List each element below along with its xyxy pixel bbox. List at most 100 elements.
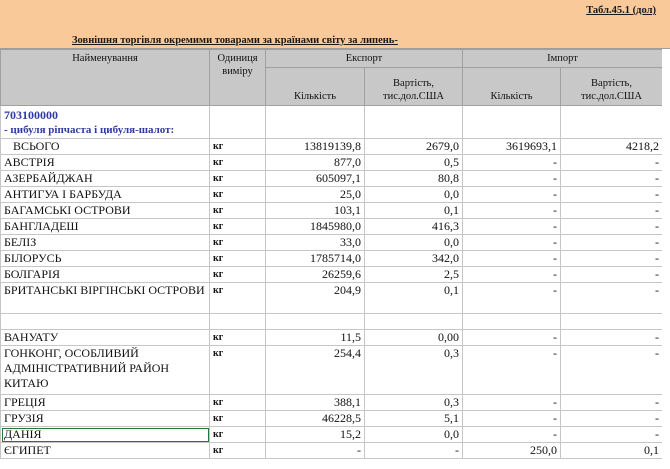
row-import-value-cell[interactable]: 4218,2 (560, 138, 664, 155)
row-export-value-cell[interactable]: 0,1 (363, 282, 464, 314)
product-cell[interactable]: 703100000 - цибуля ріпчаста і цибуля-шал… (0, 105, 210, 139)
empty-cell[interactable] (209, 105, 266, 139)
row-export-value-cell[interactable]: 0,0 (363, 186, 464, 203)
row-unit-cell[interactable]: кг (209, 266, 266, 283)
row-export-value-cell[interactable]: 0,3 (363, 394, 464, 411)
row-export-qty-cell[interactable]: 605097,1 (265, 170, 365, 187)
row-unit-cell[interactable]: кг (209, 282, 266, 314)
row-export-value-cell[interactable]: 342,0 (363, 250, 464, 267)
row-export-qty-cell[interactable]: 11,5 (265, 329, 365, 346)
row-import-qty-cell[interactable]: - (462, 202, 562, 219)
row-export-value-cell[interactable]: 0,1 (363, 202, 464, 219)
row-export-value-cell[interactable]: 80,8 (363, 170, 464, 187)
row-name-cell[interactable]: АВСТРІЯ (0, 154, 210, 171)
row-export-value-cell[interactable]: 416,3 (363, 218, 464, 235)
row-unit-cell[interactable]: кг (209, 410, 266, 427)
col-header-import-qty[interactable]: Кількість (462, 67, 562, 106)
row-import-qty-cell[interactable]: - (462, 282, 562, 314)
row-unit-cell[interactable]: кг (209, 234, 266, 251)
row-import-value-cell[interactable]: 0,1 (560, 442, 664, 459)
row-import-value-cell[interactable]: - (560, 282, 664, 314)
row-import-value-cell[interactable]: - (560, 202, 664, 219)
row-name-cell[interactable]: ГРЕЦІЯ (0, 394, 210, 411)
row-export-value-cell[interactable]: 0,0 (363, 426, 464, 443)
row-import-qty-cell[interactable]: 3619693,1 (462, 138, 562, 155)
row-name-cell[interactable]: ВСЬОГО (0, 138, 210, 155)
row-import-qty-cell[interactable]: - (462, 170, 562, 187)
row-export-qty-cell[interactable]: - (265, 442, 365, 459)
row-import-value-cell[interactable]: - (560, 186, 664, 203)
row-export-qty-cell[interactable]: 33,0 (265, 234, 365, 251)
row-unit-cell[interactable]: кг (209, 170, 266, 187)
row-unit-cell[interactable]: кг (209, 394, 266, 411)
empty-cell[interactable] (209, 313, 266, 330)
row-import-qty-cell[interactable]: - (462, 394, 562, 411)
row-import-qty-cell[interactable]: - (462, 329, 562, 346)
row-unit-cell[interactable]: кг (209, 442, 266, 459)
row-import-value-cell[interactable]: - (560, 345, 664, 395)
row-unit-cell[interactable]: кг (209, 154, 266, 171)
row-name-cell[interactable]: ГОНКОНГ, ОСОБЛИВИЙ АДМІНІСТРАТИВНИЙ РАЙО… (0, 345, 210, 395)
row-name-cell[interactable]: ГРУЗІЯ (0, 410, 210, 427)
row-import-qty-cell[interactable]: - (462, 345, 562, 395)
empty-cell[interactable] (560, 313, 664, 330)
row-import-qty-cell[interactable]: - (462, 426, 562, 443)
row-import-qty-cell[interactable]: - (462, 250, 562, 267)
row-name-cell[interactable]: БЕЛІЗ (0, 234, 210, 251)
row-export-value-cell[interactable]: 0,0 (363, 234, 464, 251)
row-import-value-cell[interactable]: - (560, 170, 664, 187)
row-export-qty-cell[interactable]: 103,1 (265, 202, 365, 219)
row-name-cell[interactable]: БІЛОРУСЬ (0, 250, 210, 267)
row-unit-cell[interactable]: кг (209, 138, 266, 155)
row-export-value-cell[interactable]: 0,3 (363, 345, 464, 395)
row-name-cell[interactable]: ДАНІЯ (0, 426, 210, 443)
row-export-qty-cell[interactable]: 1785714,0 (265, 250, 365, 267)
empty-cell[interactable] (363, 105, 464, 139)
row-name-cell[interactable]: ВАНУАТУ (0, 329, 210, 346)
row-import-value-cell[interactable]: - (560, 426, 664, 443)
empty-cell[interactable] (462, 105, 562, 139)
row-import-value-cell[interactable]: - (560, 394, 664, 411)
col-header-export[interactable]: Експорт (264, 49, 464, 68)
row-unit-cell[interactable]: кг (209, 218, 266, 235)
col-header-import-value[interactable]: Вартість, тис.дол.США (560, 67, 664, 106)
row-name-cell[interactable]: БАНГЛАДЕШ (0, 218, 210, 235)
row-export-value-cell[interactable]: 0,5 (363, 154, 464, 171)
row-name-cell[interactable]: БОЛГАРІЯ (0, 266, 210, 283)
col-header-export-value[interactable]: Вартість, тис.дол.США (363, 67, 464, 106)
col-header-export-qty[interactable]: Кількість (265, 67, 365, 106)
row-export-qty-cell[interactable]: 26259,6 (265, 266, 365, 283)
row-unit-cell[interactable]: кг (209, 345, 266, 395)
row-export-value-cell[interactable]: - (363, 442, 464, 459)
row-unit-cell[interactable]: кг (209, 426, 266, 443)
empty-cell[interactable] (265, 313, 365, 330)
row-import-value-cell[interactable]: - (560, 329, 664, 346)
col-header-name[interactable]: Найменування (0, 49, 210, 106)
col-header-import[interactable]: Імпорт (462, 49, 664, 68)
row-import-qty-cell[interactable]: - (462, 410, 562, 427)
row-import-qty-cell[interactable]: - (462, 218, 562, 235)
row-import-qty-cell[interactable]: 250,0 (462, 442, 562, 459)
row-name-cell[interactable]: АЗЕРБАЙДЖАН (0, 170, 210, 187)
row-export-value-cell[interactable]: 5,1 (363, 410, 464, 427)
row-import-qty-cell[interactable]: - (462, 186, 562, 203)
row-name-cell[interactable]: БАГАМСЬКІ ОСТРОВИ (0, 202, 210, 219)
row-name-cell[interactable]: БРИТАНСЬКІ ВІРГІНСЬКІ ОСТРОВИ (0, 282, 210, 314)
row-import-value-cell[interactable]: - (560, 410, 664, 427)
empty-cell[interactable] (0, 313, 210, 330)
row-import-value-cell[interactable]: - (560, 266, 664, 283)
col-header-unit[interactable]: Одиниця виміру (209, 49, 266, 106)
row-export-qty-cell[interactable]: 15,2 (265, 426, 365, 443)
row-export-qty-cell[interactable]: 46228,5 (265, 410, 365, 427)
row-unit-cell[interactable]: кг (209, 329, 266, 346)
row-name-cell[interactable]: АНТИГУА І БАРБУДА (0, 186, 210, 203)
row-export-qty-cell[interactable]: 388,1 (265, 394, 365, 411)
row-import-qty-cell[interactable]: - (462, 266, 562, 283)
empty-cell[interactable] (462, 313, 562, 330)
empty-cell[interactable] (265, 105, 365, 139)
row-unit-cell[interactable]: кг (209, 186, 266, 203)
row-export-qty-cell[interactable]: 25,0 (265, 186, 365, 203)
row-import-qty-cell[interactable]: - (462, 234, 562, 251)
row-export-value-cell[interactable]: 0,00 (363, 329, 464, 346)
row-unit-cell[interactable]: кг (209, 250, 266, 267)
